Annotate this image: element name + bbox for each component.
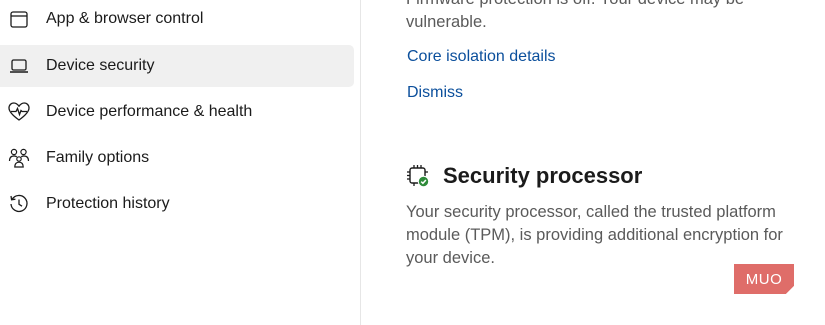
firmware-protection-warning: Firmware protection is off. Your device … [406, 0, 744, 31]
sidebar-item-device-performance-health[interactable]: Device performance & health [0, 91, 354, 133]
browser-window-icon [8, 9, 30, 31]
sidebar-item-label: Device performance & health [46, 103, 253, 120]
sidebar-nav: App & browser control Device security De… [0, 0, 360, 325]
laptop-icon [8, 55, 30, 77]
sidebar-item-label: Family options [46, 149, 150, 166]
chip-check-icon [406, 164, 430, 188]
sidebar-item-protection-history[interactable]: Protection history [0, 183, 354, 225]
sidebar-item-label: Protection history [46, 195, 170, 212]
sidebar-item-label: App & browser control [46, 10, 204, 27]
security-processor-description: Your security processor, called the trus… [406, 203, 783, 267]
core-isolation-details-link[interactable]: Core isolation details [407, 48, 556, 66]
sidebar-item-family-options[interactable]: Family options [0, 137, 354, 179]
security-processor-title: Security processor [443, 163, 643, 188]
dismiss-link[interactable]: Dismiss [407, 84, 463, 102]
history-icon [8, 193, 30, 215]
sidebar-item-device-security[interactable]: Device security [0, 45, 354, 87]
sidebar-item-label: Device security [46, 57, 155, 74]
family-icon [8, 147, 30, 169]
svg-text:MUO: MUO [746, 271, 783, 288]
muo-watermark-logo: MUO [734, 264, 794, 294]
sidebar-item-app-browser-control[interactable]: App & browser control [0, 0, 354, 42]
heart-pulse-icon [8, 101, 30, 123]
